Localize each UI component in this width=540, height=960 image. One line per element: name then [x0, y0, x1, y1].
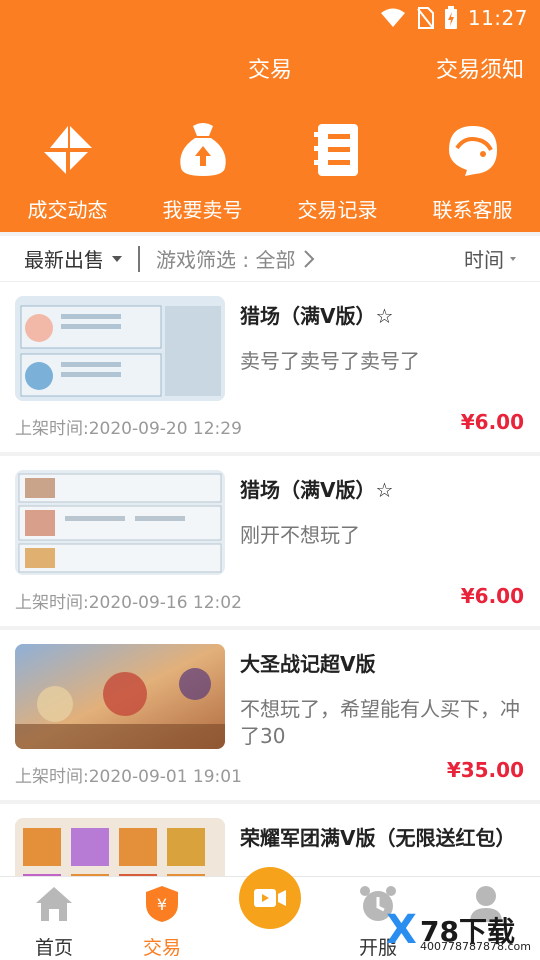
listing-card[interactable]: 荣耀军团满V版（无限送红包）: [0, 804, 540, 876]
game-filter-label: 游戏筛选 : 全部: [156, 248, 296, 272]
deal-feed-icon: [36, 118, 100, 182]
customer-service-icon: [441, 118, 505, 182]
listing-description: 不想玩了，希望能有人买下，冲了30: [240, 697, 520, 748]
listing-card[interactable]: 猎场（满V版）☆ 刚开不想玩了 上架时间:2020-09-16 12:02 ¥6…: [0, 456, 540, 626]
svg-text:¥: ¥: [157, 895, 167, 914]
listing-card[interactable]: 猎场（满V版）☆ 卖号了卖号了卖号了 上架时间:2020-09-20 12:29…: [0, 282, 540, 452]
filter-bar: 最新出售 游戏筛选 : 全部 时间: [0, 236, 540, 282]
chevron-down-icon: [510, 256, 516, 261]
quick-sell-account[interactable]: 我要卖号: [135, 118, 270, 228]
header: 11:27 交易 交易须知 成交动态 我要卖号 交易记录 联系客服: [0, 0, 540, 232]
game-filter[interactable]: 游戏筛选 : 全部: [156, 244, 315, 273]
listing-thumbnail: [15, 818, 225, 876]
listing-thumbnail: [15, 470, 225, 575]
sell-bag-icon: [171, 118, 235, 182]
quick-trade-records[interactable]: 交易记录: [270, 118, 405, 228]
quick-actions: 成交动态 我要卖号 交易记录 联系客服: [0, 118, 540, 228]
listing-title: 猎场（满V版）☆: [240, 478, 394, 502]
quick-deal-feed[interactable]: 成交动态: [0, 118, 135, 228]
quick-label: 成交动态: [27, 198, 108, 222]
quick-customer-service[interactable]: 联系客服: [405, 118, 540, 228]
no-sim-icon: [416, 7, 434, 29]
time-sort[interactable]: 时间: [464, 244, 516, 273]
trade-notice-link[interactable]: 交易须知: [436, 52, 524, 84]
listing-title: 猎场（满V版）☆: [240, 304, 394, 328]
listing-list: 猎场（满V版）☆ 卖号了卖号了卖号了 上架时间:2020-09-20 12:29…: [0, 282, 540, 876]
tab-trade[interactable]: ¥ 交易: [108, 877, 216, 960]
quick-label: 交易记录: [297, 198, 378, 222]
quick-label: 我要卖号: [162, 198, 243, 222]
chevron-right-icon: [304, 249, 315, 268]
watermark-x: X: [386, 907, 417, 953]
latest-sale-label: 最新出售: [24, 248, 104, 272]
video-icon: [239, 867, 301, 929]
watermark-logo: X 78下载 400778787878.com: [386, 910, 534, 954]
tab-video[interactable]: [216, 867, 324, 960]
tab-label: 交易: [142, 937, 181, 959]
record-book-icon: [306, 118, 370, 182]
listing-title: 荣耀军团满V版（无限送红包）: [240, 826, 516, 850]
listing-thumbnail: [15, 644, 225, 749]
listing-title: 大圣战记超V版: [240, 652, 376, 676]
quick-label: 联系客服: [432, 198, 513, 222]
listing-thumbnail: [15, 296, 225, 401]
listing-description: 卖号了卖号了卖号了: [240, 349, 420, 373]
listing-time: 上架时间:2020-09-01 19:01: [15, 767, 242, 787]
home-icon: [34, 883, 74, 925]
divider: [138, 245, 140, 272]
latest-sale-dropdown[interactable]: 最新出售: [24, 244, 122, 273]
status-bar: 11:27: [380, 6, 528, 30]
battery-charging-icon: [444, 6, 458, 30]
trade-shield-icon: ¥: [144, 883, 180, 925]
listing-time: 上架时间:2020-09-16 12:02: [15, 593, 242, 613]
listing-price: ¥35.00: [446, 758, 524, 782]
watermark-url: 400778787878.com: [420, 940, 531, 953]
wifi-icon: [380, 8, 406, 28]
tab-home[interactable]: 首页: [0, 877, 108, 960]
listing-price: ¥6.00: [460, 584, 524, 608]
status-time: 11:27: [467, 6, 528, 30]
time-sort-label: 时间: [464, 248, 504, 272]
chevron-down-icon: [112, 255, 122, 262]
tab-label: 首页: [34, 937, 73, 959]
listing-price: ¥6.00: [460, 410, 524, 434]
listing-time: 上架时间:2020-09-20 12:29: [15, 419, 242, 439]
listing-card[interactable]: 大圣战记超V版 不想玩了，希望能有人买下，冲了30 上架时间:2020-09-0…: [0, 630, 540, 800]
listing-description: 刚开不想玩了: [240, 523, 360, 547]
